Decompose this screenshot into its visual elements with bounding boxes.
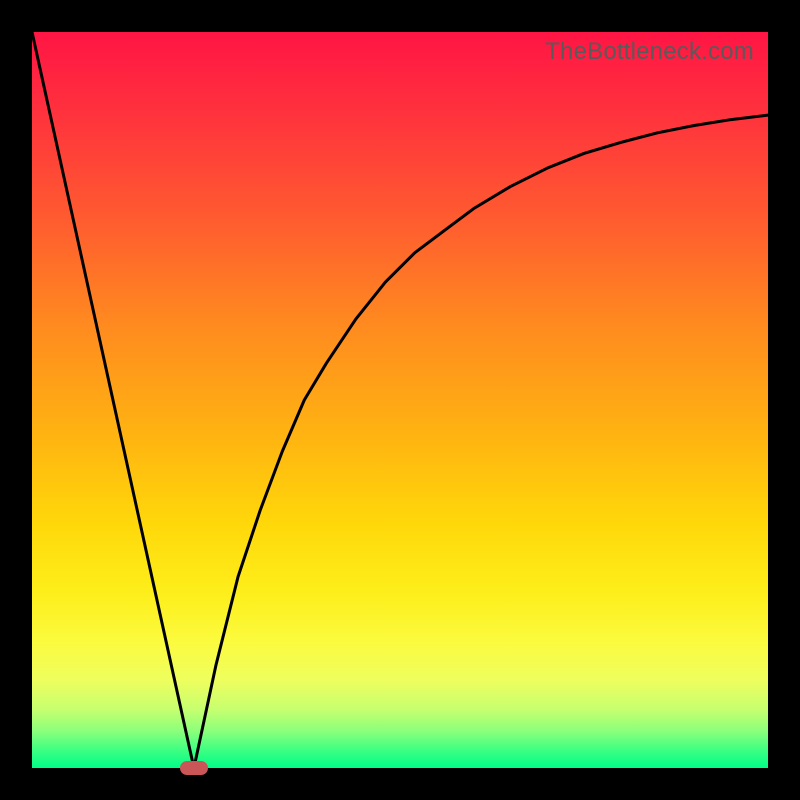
min-marker <box>180 761 208 775</box>
plot-area: TheBottleneck.com <box>32 32 768 768</box>
curve-path <box>32 32 768 768</box>
chart-frame: TheBottleneck.com <box>0 0 800 800</box>
curve-svg <box>32 32 768 768</box>
